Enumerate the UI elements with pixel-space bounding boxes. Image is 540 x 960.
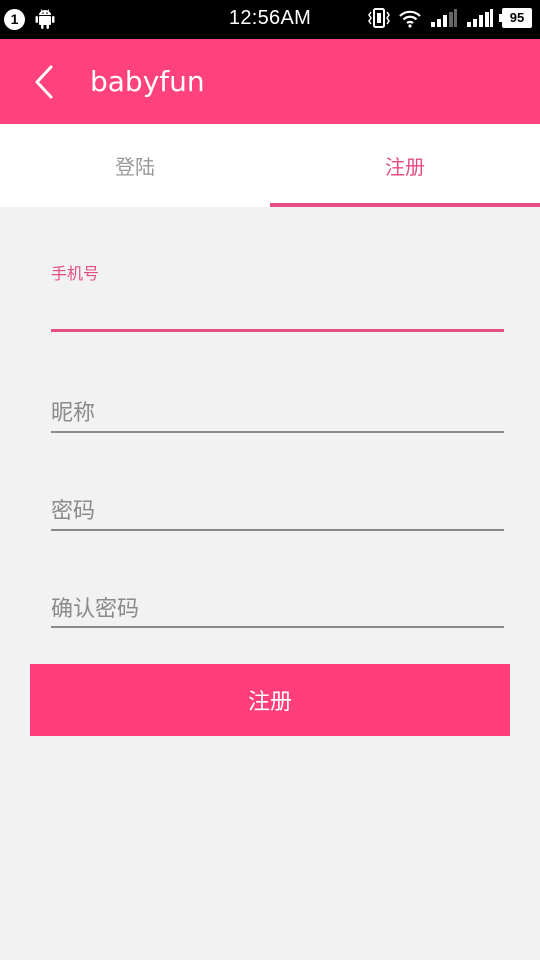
status-bar: 1 12:56AM 95 (0, 0, 540, 39)
password-placeholder: 密码 (51, 499, 96, 524)
register-screen: 1 12:56AM 95 babyfun 登陆 注册 手机号 昵称 密码 确认密… (0, 0, 540, 960)
confirm-password-field-underline (51, 626, 504, 628)
signal-icon (431, 9, 457, 27)
app-title: babyfun (90, 65, 205, 98)
wifi-icon (399, 10, 421, 28)
chevron-left-icon (35, 65, 53, 99)
phone-field[interactable]: 手机号 (51, 260, 504, 335)
battery-icon: 95 (499, 8, 532, 28)
register-button[interactable]: 注册 (30, 664, 510, 736)
app-bar: babyfun (0, 39, 540, 124)
auth-tabs: 登陆 注册 (0, 124, 540, 207)
password-field[interactable]: 密码 (51, 493, 504, 533)
nickname-placeholder: 昵称 (51, 401, 96, 426)
password-field-underline (51, 529, 504, 531)
nickname-field-underline (51, 431, 504, 433)
tab-active-indicator (270, 203, 540, 207)
tab-register-label: 注册 (385, 155, 425, 179)
tab-login[interactable]: 登陆 (0, 124, 270, 207)
vibrate-icon (368, 8, 390, 28)
confirm-password-placeholder: 确认密码 (51, 597, 140, 622)
signal-icon-2 (467, 9, 493, 27)
tab-register[interactable]: 注册 (270, 124, 540, 207)
phone-field-label: 手机号 (51, 264, 100, 283)
phone-field-underline (51, 329, 504, 332)
nickname-field[interactable]: 昵称 (51, 395, 504, 435)
back-button[interactable] (26, 59, 62, 105)
confirm-password-field[interactable]: 确认密码 (51, 591, 504, 631)
